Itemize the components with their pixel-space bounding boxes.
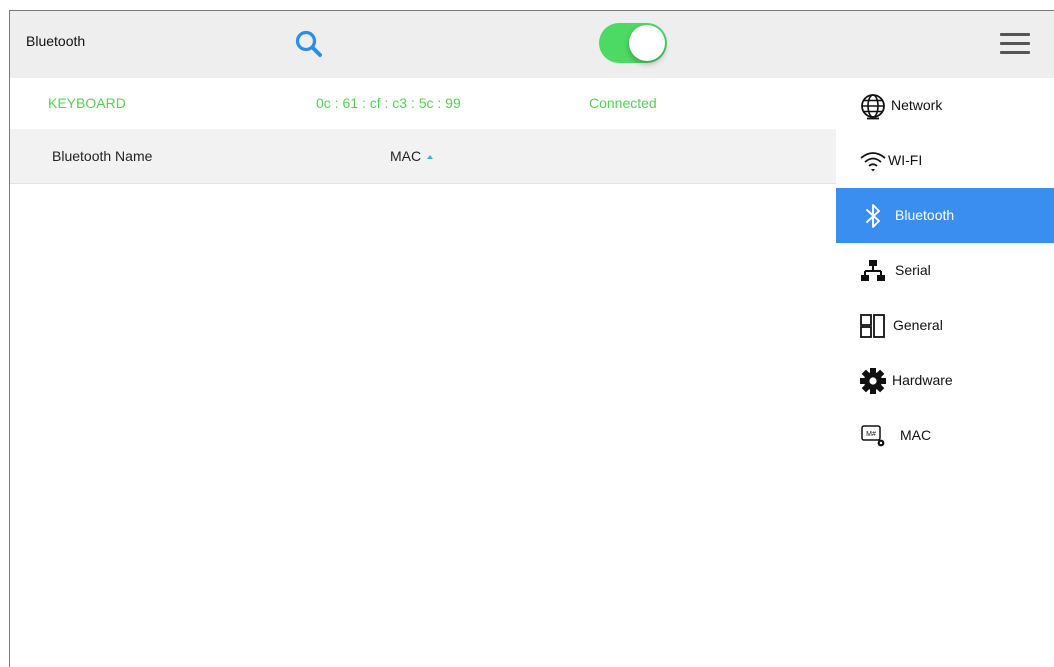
mac-settings-icon: M# <box>861 425 885 447</box>
device-status: Connected <box>589 95 657 111</box>
globe-icon <box>861 94 885 120</box>
search-button[interactable] <box>291 26 329 64</box>
gear-icon <box>860 368 886 394</box>
toggle-knob <box>629 25 665 61</box>
bluetooth-icon <box>866 204 880 228</box>
sidebar-item-serial[interactable]: Serial <box>836 243 1054 298</box>
sort-ascending-icon <box>427 155 434 159</box>
sidebar-item-label: Hardware <box>892 372 953 388</box>
sidebar-item-label: Bluetooth <box>895 207 955 223</box>
svg-text:M#: M# <box>866 431 876 438</box>
column-header-mac-label: MAC <box>390 148 422 164</box>
table-header: Bluetooth Name MAC <box>10 129 836 184</box>
sidebar-item-label: WI-FI <box>888 152 923 168</box>
page-title: Bluetooth <box>26 33 86 49</box>
device-name: KEYBOARD <box>48 95 126 111</box>
top-bar: Bluetooth <box>10 11 1054 78</box>
sidebar-item-label: Network <box>891 97 943 113</box>
layout-grid-icon <box>860 314 885 338</box>
sidebar-item-network[interactable]: Network <box>836 78 1054 133</box>
sidebar-item-hardware[interactable]: Hardware <box>836 353 1054 408</box>
settings-sidebar: Network WI-FI Bluetooth Serial General H… <box>836 78 1054 478</box>
sidebar-item-label: General <box>893 317 943 333</box>
sidebar-item-bluetooth[interactable]: Bluetooth <box>836 188 1054 243</box>
sidebar-item-wifi[interactable]: WI-FI <box>836 133 1054 188</box>
app-window: Bluetooth KEYBOARD 0c : 61 : cf : c3 : 5… <box>9 10 1054 667</box>
search-icon <box>295 30 322 57</box>
sidebar-item-general[interactable]: General <box>836 298 1054 353</box>
wifi-icon <box>860 152 886 172</box>
sidebar-item-label: Serial <box>895 262 931 278</box>
column-header-bluetooth-name[interactable]: Bluetooth Name <box>52 148 152 164</box>
bluetooth-toggle[interactable] <box>599 23 667 63</box>
hamburger-menu-icon[interactable] <box>1000 33 1030 57</box>
column-header-mac[interactable]: MAC <box>390 148 434 164</box>
sidebar-item-mac[interactable]: M# MAC <box>836 408 1054 463</box>
serial-network-icon <box>861 260 885 281</box>
device-mac: 0c : 61 : cf : c3 : 5c : 99 <box>316 95 461 111</box>
sidebar-item-label: MAC <box>900 427 932 443</box>
device-row[interactable]: KEYBOARD 0c : 61 : cf : c3 : 5c : 99 Con… <box>10 78 836 129</box>
